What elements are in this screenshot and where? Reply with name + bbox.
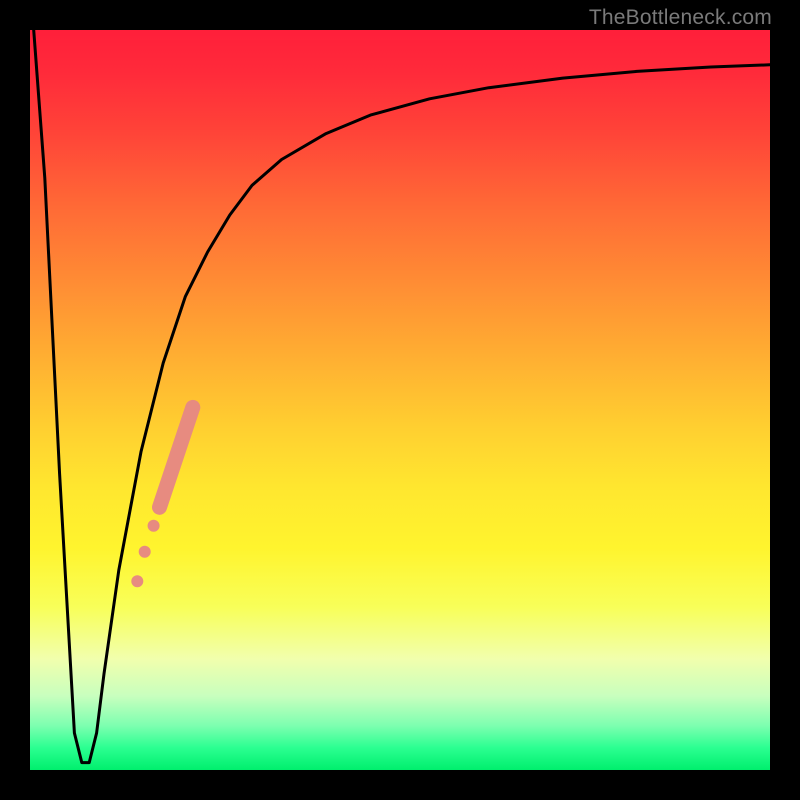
bottleneck-curve (34, 30, 770, 763)
highlight-dot (148, 520, 160, 532)
highlight-dot (139, 546, 151, 558)
chart-svg (30, 30, 770, 770)
highlight-segment (131, 407, 193, 587)
highlight-bar (160, 407, 193, 507)
highlight-dot (131, 575, 143, 587)
watermark-text: TheBottleneck.com (589, 6, 772, 30)
chart-frame: TheBottleneck.com (0, 0, 800, 800)
